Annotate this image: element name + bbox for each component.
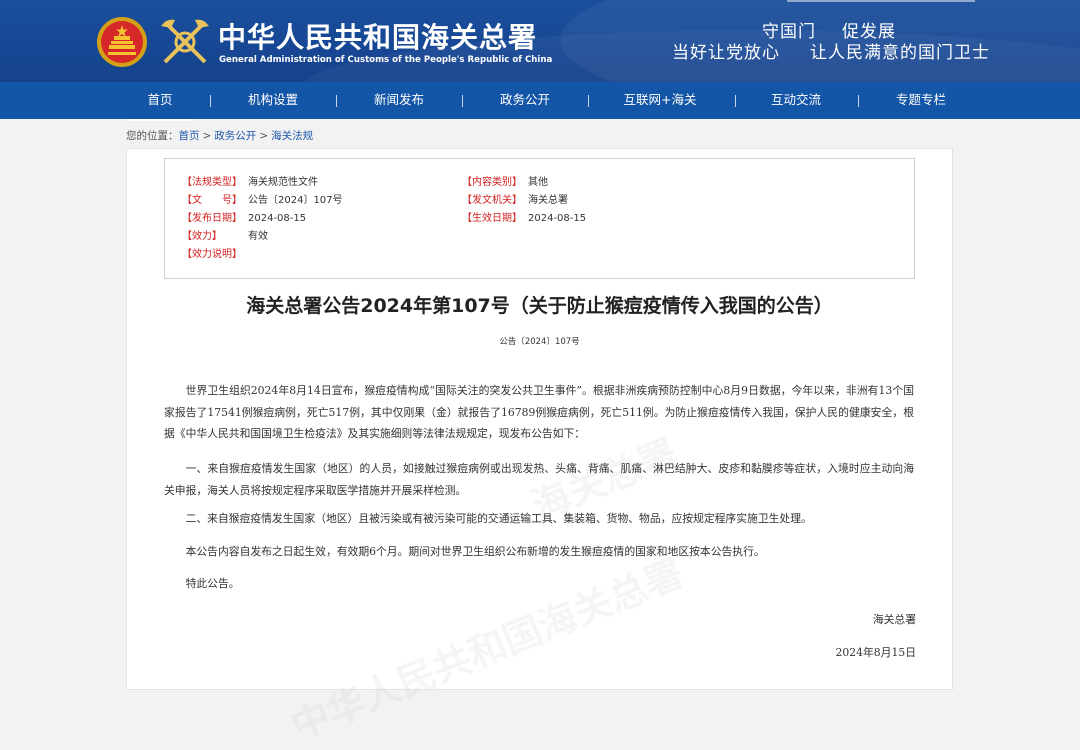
meta-regulation-type: 【法规类型】 海关规范性文件 xyxy=(182,173,318,188)
meta-key: 【法规类型】 xyxy=(182,177,242,188)
search-bar-edge xyxy=(787,0,975,2)
meta-key: 【发文机关】 xyxy=(462,195,522,206)
breadcrumb: 您的位置：首页 > 政务公开 > 海关法规 xyxy=(126,128,313,143)
meta-value: 海关总署 xyxy=(528,195,568,206)
meta-value: 2024-08-15 xyxy=(248,213,307,224)
nav-divider xyxy=(336,95,337,107)
nav-divider xyxy=(588,95,589,107)
meta-publish-date: 【发布日期】 2024-08-15 xyxy=(182,209,306,224)
meta-key: 【效力】 xyxy=(182,231,222,242)
slogan-text: 当好让党放心 xyxy=(672,43,780,63)
paragraph-intro: 世界卫生组织2024年8月14日宣布，猴痘疫情构成“国际关注的突发公共卫生事件”… xyxy=(164,384,914,440)
meta-key: 【效力说明】 xyxy=(182,249,242,260)
site-header: 中华人民共和国海关总署 General Administration of Cu… xyxy=(0,0,1080,82)
document-signature: 海关总署 xyxy=(872,613,916,626)
breadcrumb-link-customs-regulations[interactable]: 海关法规 xyxy=(271,130,313,142)
nav-item-news[interactable]: 新闻发布 xyxy=(366,82,432,119)
breadcrumb-link-home[interactable]: 首页 xyxy=(179,130,200,142)
paragraph-closing: 特此公告。 xyxy=(185,577,240,590)
nav-item-special-topics[interactable]: 专题专栏 xyxy=(888,82,954,119)
nav-item-government-affairs[interactable]: 政务公开 xyxy=(492,82,558,119)
nav-divider xyxy=(210,95,211,107)
breadcrumb-separator: > xyxy=(202,130,212,142)
meta-value: 2024-08-15 xyxy=(528,213,587,224)
paragraph-item-2: 二、来自猴痘疫情发生国家（地区）且被污染或有被污染可能的交通运输工具、集装箱、货… xyxy=(185,512,812,525)
customs-logo-icon xyxy=(161,19,209,64)
meta-key: 【内容类别】 xyxy=(462,177,522,188)
national-emblem-icon xyxy=(97,17,147,67)
meta-issuing-authority: 【发文机关】 海关总署 xyxy=(462,191,568,206)
nav-divider xyxy=(735,95,736,107)
main-nav: 首页 机构设置 新闻发布 政务公开 互联网+海关 互动交流 专题专栏 xyxy=(0,82,1080,121)
slogan-line-2: 当好让党放心 让人民满意的国门卫士 xyxy=(672,38,990,63)
nav-item-interaction[interactable]: 互动交流 xyxy=(763,82,829,119)
meta-content-category: 【内容类别】 其他 xyxy=(462,173,548,188)
meta-effective-date: 【生效日期】 2024-08-15 xyxy=(462,209,586,224)
paragraph-validity: 本公告内容自发布之日起生效，有效期6个月。期间对世界卫生组织公布新增的发生猴痘疫… xyxy=(185,545,765,558)
document-number: 公告〔2024〕107号 xyxy=(499,337,580,347)
meta-value: 其他 xyxy=(528,177,548,188)
breadcrumb-separator: > xyxy=(259,130,269,142)
meta-key: 【发布日期】 xyxy=(182,213,242,224)
nav-item-organization[interactable]: 机构设置 xyxy=(240,82,306,119)
site-title: 中华人民共和国海关总署 xyxy=(218,21,538,54)
paragraph-item-1: 一、来自猴痘疫情发生国家（地区）的人员，如接触过猴痘病例或出现发热、头痛、背痛、… xyxy=(164,462,914,497)
site-subtitle: General Administration of Customs of the… xyxy=(219,55,553,65)
meta-key: 【生效日期】 xyxy=(462,213,522,224)
slogan-text: 让人民满意的国门卫士 xyxy=(810,43,990,63)
meta-document-number: 【文 号】 公告〔2024〕107号 xyxy=(182,191,343,206)
nav-divider xyxy=(858,95,859,107)
regulation-metadata: 【法规类型】 海关规范性文件 【文 号】 公告〔2024〕107号 【发布日期】 20… xyxy=(164,158,915,279)
meta-validity-note: 【效力说明】 xyxy=(182,245,248,260)
meta-value: 有效 xyxy=(248,231,268,242)
breadcrumb-link-government-affairs[interactable]: 政务公开 xyxy=(214,130,256,142)
breadcrumb-prefix: 您的位置： xyxy=(126,130,179,142)
meta-value: 公告〔2024〕107号 xyxy=(248,195,343,206)
document-date: 2024年8月15日 xyxy=(835,646,916,659)
meta-key: 【文 号】 xyxy=(182,195,242,206)
meta-validity: 【效力】 有效 xyxy=(182,227,268,242)
meta-value: 海关规范性文件 xyxy=(248,177,318,188)
nav-item-internet-customs[interactable]: 互联网+海关 xyxy=(612,82,708,119)
nav-divider xyxy=(462,95,463,107)
nav-item-home[interactable]: 首页 xyxy=(128,82,192,121)
document-title: 海关总署公告2024年第107号（关于防止猴痘疫情传入我国的公告） xyxy=(246,295,833,317)
article-panel: 海关总署 中华人民共和国海关总署 【法规类型】 海关规范性文件 【文 号】 公告〔2… xyxy=(126,148,953,748)
